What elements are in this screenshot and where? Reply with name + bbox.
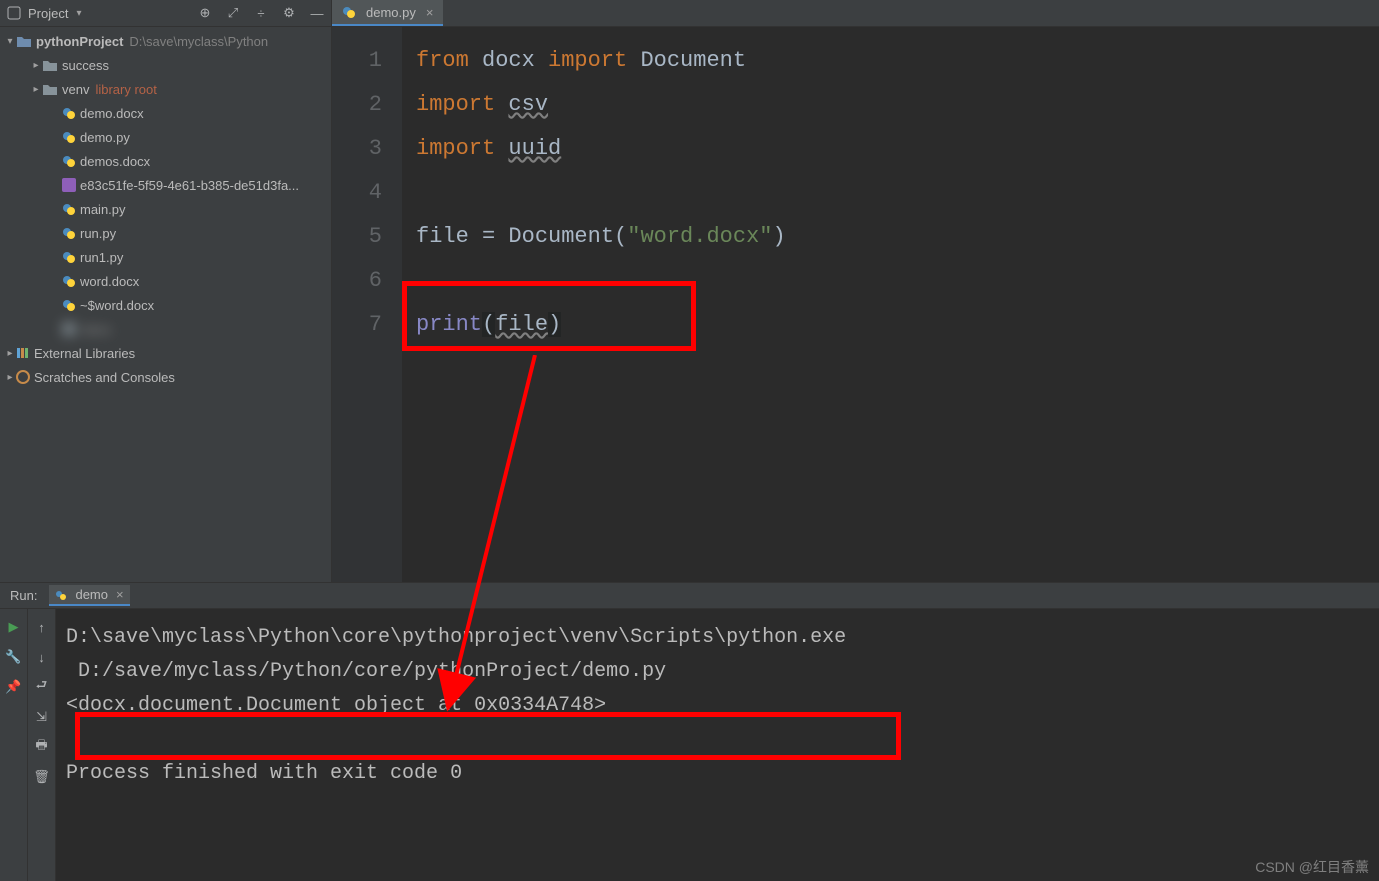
python-file-icon [62,298,76,312]
scratch-icon [16,370,30,384]
settings-icon[interactable]: 🔧 [6,649,22,665]
locate-icon[interactable]: ⊕ [197,5,213,21]
softwrap-icon[interactable]: ⮐ [34,679,50,695]
run-right-gutter: ↑ ↓ ⮐ ⇲ 🖶 🗑 [28,609,56,881]
python-file-icon [62,202,76,216]
editor-area: demo.py × 123 456 7 from docx import Doc… [332,0,1379,582]
python-file-icon [62,250,76,264]
python-file-icon [62,154,76,168]
run-tool-window: Run: demo × ▶ 🔧 📌 ↑ ↓ ⮐ ⇲ 🖶 🗑 D:\save\my… [0,583,1379,881]
folder-icon [16,34,32,48]
file-icon [62,322,76,336]
python-file-icon [62,130,76,144]
run-config-tab[interactable]: demo × [49,585,129,606]
scroll-icon[interactable]: ⇲ [34,709,50,725]
chevron-down-icon[interactable]: ▾ [4,36,16,47]
down-icon[interactable]: ↓ [34,649,50,665]
project-tool-window: Project ⊕ ⤢ ÷ ⚙ — ▾ pythonProject D:\sav… [0,0,332,582]
up-icon[interactable]: ↑ [34,619,50,635]
python-file-icon [342,5,356,19]
watermark: CSDN @红目香薰 [1255,857,1369,877]
csv-file-icon [62,178,76,192]
hide-icon[interactable]: — [309,5,325,21]
pin-icon[interactable]: 📌 [6,679,22,695]
close-icon[interactable]: × [116,587,124,602]
trash-icon[interactable]: 🗑 [34,769,50,785]
folder-icon [42,82,58,96]
close-icon[interactable]: × [426,5,434,20]
tree-file[interactable]: demos.docx [0,149,331,173]
chevron-right-icon[interactable]: ▸ [30,60,42,71]
editor-tab-demo[interactable]: demo.py × [332,0,443,26]
python-file-icon [55,589,67,601]
source-code[interactable]: from docx import Document import csv imp… [402,27,1379,582]
tree-folder[interactable]: ▸ venv library root [0,77,331,101]
collapse-icon[interactable]: ÷ [253,5,269,21]
run-header: Run: demo × [0,583,1379,609]
external-libraries[interactable]: ▸ External Libraries [0,341,331,365]
project-icon [6,5,22,21]
project-header: Project ⊕ ⤢ ÷ ⚙ — [0,0,331,27]
folder-icon [42,58,58,72]
chevron-right-icon[interactable]: ▸ [4,348,16,359]
root-label: pythonProject [36,34,123,49]
tree-file[interactable]: .docx [0,317,331,341]
tree-file[interactable]: demo.py [0,125,331,149]
tree-file[interactable]: demo.docx [0,101,331,125]
root-path: D:\save\myclass\Python [129,34,268,49]
tree-folder[interactable]: ▸ success [0,53,331,77]
python-file-icon [62,274,76,288]
run-left-gutter: ▶ 🔧 📌 [0,609,28,881]
library-icon [16,346,30,360]
expand-icon[interactable]: ⤢ [225,5,241,21]
python-file-icon [62,106,76,120]
console-output[interactable]: D:\save\myclass\Python\core\pythonprojec… [56,609,1379,881]
run-label: Run: [10,588,37,603]
tree-file[interactable]: word.docx [0,269,331,293]
code-editor[interactable]: 123 456 7 from docx import Document impo… [332,27,1379,582]
rerun-icon[interactable]: ▶ [6,619,22,635]
gear-icon[interactable]: ⚙ [281,5,297,21]
tree-file[interactable]: run1.py [0,245,331,269]
print-icon[interactable]: 🖶 [34,739,50,755]
scratches-and-consoles[interactable]: ▸ Scratches and Consoles [0,365,331,389]
tree-file[interactable]: ~$word.docx [0,293,331,317]
chevron-right-icon[interactable]: ▸ [4,372,16,383]
tree-file[interactable]: e83c51fe-5f59-4e61-b385-de51d3fa... [0,173,331,197]
python-file-icon [62,226,76,240]
project-view-selector[interactable]: Project [28,6,82,21]
tree-root[interactable]: ▾ pythonProject D:\save\myclass\Python [0,29,331,53]
editor-tabs: demo.py × [332,0,1379,27]
chevron-right-icon[interactable]: ▸ [30,84,42,95]
tree-file[interactable]: run.py [0,221,331,245]
project-tree[interactable]: ▾ pythonProject D:\save\myclass\Python ▸… [0,27,331,582]
line-gutter: 123 456 7 [332,27,402,582]
editor-tab-label: demo.py [366,5,416,20]
tree-file[interactable]: main.py [0,197,331,221]
